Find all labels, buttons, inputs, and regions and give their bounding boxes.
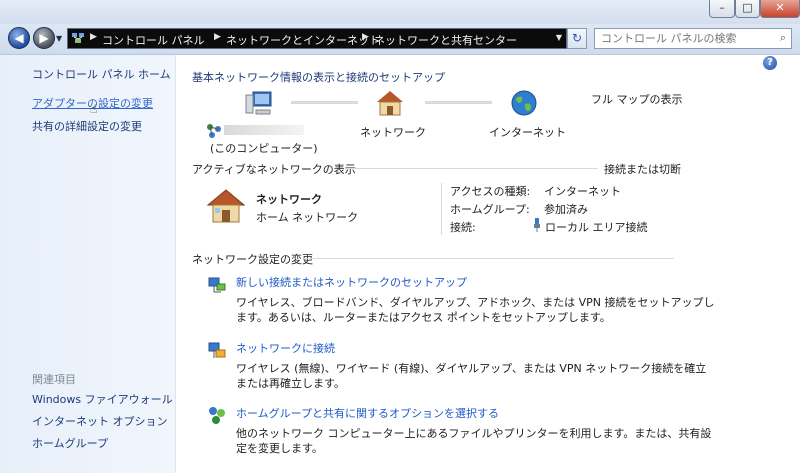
- sidebar-item-internet-options[interactable]: インターネット オプション: [32, 413, 168, 429]
- search-icon[interactable]: ⌕: [780, 31, 786, 45]
- breadcrumb-control-panel[interactable]: コントロール パネル: [102, 32, 205, 48]
- related-heading: 関連項目: [32, 373, 76, 386]
- homegroup-status-link[interactable]: 参加済み: [544, 201, 588, 217]
- search-box[interactable]: ⌕: [594, 28, 792, 49]
- breadcrumb-separator-icon: ▶: [90, 32, 97, 42]
- connect-disconnect-link[interactable]: 接続または切断: [604, 161, 681, 177]
- breadcrumb-network-internet[interactable]: ネットワークとインターネット: [226, 32, 380, 48]
- internet-globe-icon: [511, 90, 537, 116]
- homegroup-label: ホームグループ:: [450, 203, 530, 216]
- homegroup-sharing-options-link[interactable]: ホームグループと共有に関するオプションを選択する: [236, 405, 499, 421]
- active-network-name: ネットワーク: [256, 193, 322, 206]
- forward-arrow-icon: ▶: [39, 31, 49, 45]
- sidebar-item-control-panel-home[interactable]: コントロール パネル ホーム: [32, 66, 171, 82]
- sidebar-item-homegroup[interactable]: ホームグループ: [32, 435, 108, 451]
- home-network-large-icon: [206, 189, 246, 223]
- help-icon[interactable]: ?: [763, 56, 777, 70]
- homegroup-sharing-icon: [209, 407, 225, 424]
- network-status-icon: [207, 124, 221, 138]
- navigation-bar: ◀ ▶ ▼ ▶ コントロール パネル ▶ ネットワークとインターネット ▶ ネッ…: [0, 24, 800, 55]
- sidebar-item-windows-firewall[interactable]: Windows ファイアウォール: [32, 391, 173, 407]
- divider: [346, 168, 598, 169]
- map-connector: [425, 101, 492, 104]
- settings-heading: ネットワーク設定の変更: [192, 253, 313, 266]
- computer-icon: [245, 91, 272, 115]
- sidebar-item-advanced-sharing[interactable]: 共有の詳細設定の変更: [32, 118, 142, 134]
- task-description: ます。あるいは、ルーターまたはアクセス ポイントをセットアップします。: [236, 311, 611, 324]
- address-bar[interactable]: ▶ コントロール パネル ▶ ネットワークとインターネット ▶ ネットワークと共…: [67, 28, 567, 49]
- connect-to-network-link[interactable]: ネットワークに接続: [236, 340, 335, 356]
- breadcrumb-network-sharing-center[interactable]: ネットワークと共有センター: [374, 32, 517, 48]
- internet-label: インターネット: [489, 126, 566, 139]
- divider: [304, 258, 674, 259]
- ethernet-icon: [534, 218, 540, 232]
- refresh-icon: ↻: [571, 31, 583, 45]
- new-connection-link[interactable]: 新しい接続またはネットワークのセットアップ: [236, 274, 467, 290]
- address-dropdown-icon[interactable]: ▼: [556, 33, 562, 42]
- search-input[interactable]: [595, 29, 777, 48]
- connect-network-icon: [208, 342, 226, 358]
- local-area-connection-link[interactable]: ローカル エリア接続: [545, 219, 648, 235]
- maximize-button[interactable]: □: [735, 0, 760, 18]
- page-title: 基本ネットワーク情報の表示と接続のセットアップ: [192, 71, 445, 84]
- active-networks-heading: アクティブなネットワークの表示: [192, 163, 356, 176]
- network-type-link[interactable]: ホーム ネットワーク: [256, 209, 358, 225]
- task-description: 他のネットワーク コンピューター上にあるファイルやプリンターを利用します。または…: [236, 427, 712, 440]
- home-network-icon: [377, 91, 403, 116]
- task-description: ワイヤレス、ブロードバンド、ダイヤルアップ、アドホック、または VPN 接続をセ…: [236, 296, 715, 309]
- map-connector: [291, 101, 358, 104]
- minimize-button[interactable]: –: [709, 0, 735, 18]
- left-task-pane: コントロール パネル ホーム アダプターの設定の変更 共有の詳細設定の変更 関連…: [0, 55, 176, 473]
- back-arrow-icon: ◀: [14, 31, 24, 45]
- new-connection-icon: [208, 277, 226, 293]
- network-label: ネットワーク: [360, 126, 426, 139]
- full-map-link[interactable]: フル マップの表示: [591, 91, 683, 107]
- refresh-button[interactable]: ↻: [567, 28, 587, 49]
- close-button[interactable]: ✕: [760, 0, 800, 18]
- breadcrumb-separator-icon: ▶: [214, 32, 221, 42]
- forward-button[interactable]: ▶: [33, 27, 55, 49]
- network-center-icon: [72, 33, 84, 43]
- computer-name-redacted: [224, 125, 304, 135]
- hand-cursor-icon: ☝: [90, 102, 98, 116]
- task-description: ワイヤレス (無線)、ワイヤード (有線)、ダイヤルアップ、または VPN ネッ…: [236, 362, 707, 375]
- recent-pages-dropdown-icon[interactable]: ▼: [56, 34, 62, 43]
- connection-label: 接続:: [450, 221, 476, 234]
- task-description: または再確立します。: [236, 377, 345, 390]
- task-description: 定を変更します。: [236, 442, 323, 455]
- access-type-value: インターネット: [544, 185, 621, 198]
- title-bar: – □ ✕: [0, 0, 800, 25]
- computer-label: (このコンピューター): [210, 142, 318, 155]
- access-type-label: アクセスの種類:: [450, 185, 531, 198]
- back-button[interactable]: ◀: [8, 27, 30, 49]
- divider: [441, 183, 442, 235]
- breadcrumb-separator-icon: ▶: [362, 32, 369, 42]
